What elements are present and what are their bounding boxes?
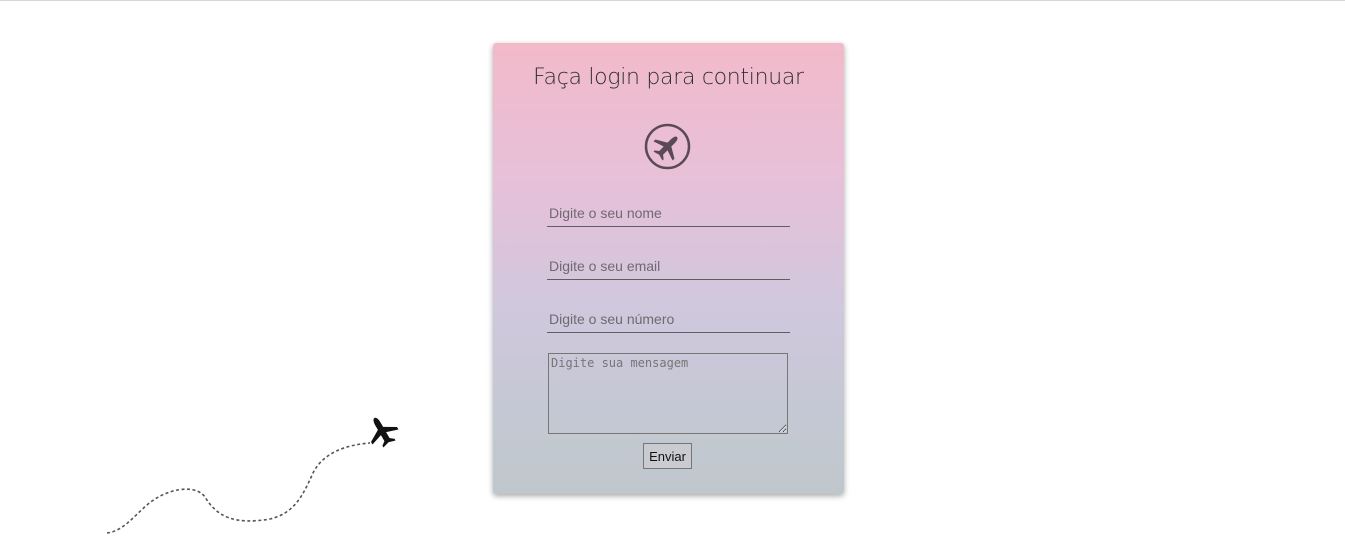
- submit-button[interactable]: Enviar: [643, 443, 692, 469]
- page-title: Faça login para continuar: [533, 65, 804, 90]
- flight-path-decoration: [106, 417, 399, 534]
- message-textarea[interactable]: [548, 353, 788, 434]
- phone-field[interactable]: [547, 305, 790, 333]
- login-card: Faça login para continuar Enviar: [493, 43, 844, 494]
- email-field[interactable]: [547, 252, 790, 280]
- dashed-flight-path: [106, 442, 371, 534]
- name-field[interactable]: [547, 199, 790, 227]
- airplane-icon: [371, 417, 399, 448]
- airplane-circle-icon: [644, 123, 691, 170]
- top-divider: [0, 0, 1345, 1]
